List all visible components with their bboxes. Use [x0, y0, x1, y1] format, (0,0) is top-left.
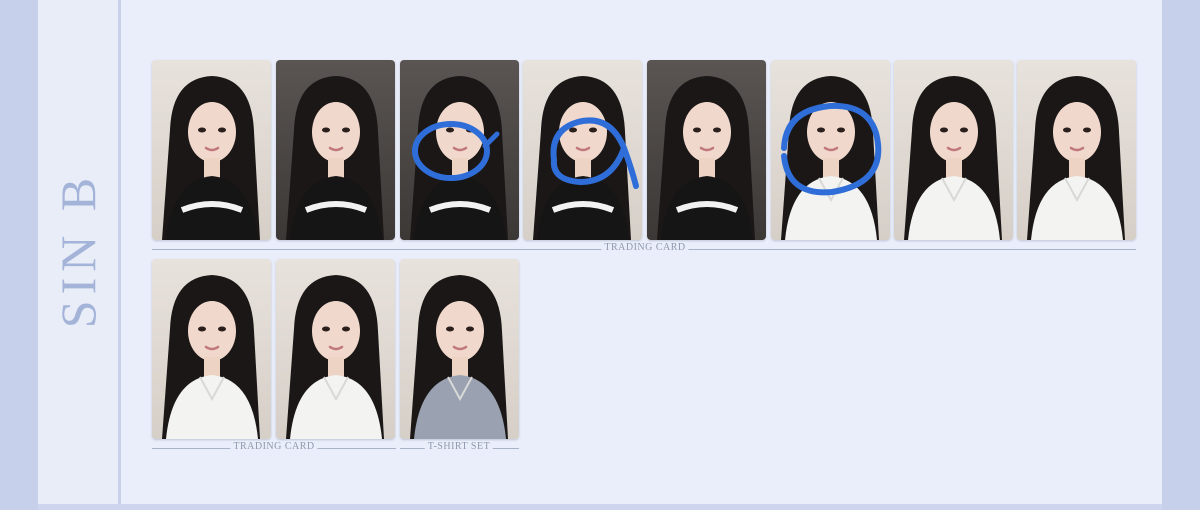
row1-section-label: TRADING CARD — [601, 242, 689, 253]
photocard-4[interactable] — [523, 60, 642, 240]
row2-section-label-tshirt: T-SHIRT SET — [424, 441, 494, 452]
photocard-11[interactable] — [400, 259, 519, 439]
member-name-label: SIN B — [50, 171, 106, 329]
frame-left-edge — [0, 0, 38, 510]
photocard-image — [400, 60, 519, 240]
bottom-band — [38, 504, 1162, 510]
photocard-image — [400, 259, 519, 439]
photocard-image — [647, 60, 766, 240]
photocard-image — [276, 60, 395, 240]
frame-right-edge — [1162, 0, 1200, 510]
member-side-panel: SIN B — [38, 0, 121, 504]
photocard-2[interactable] — [276, 60, 395, 240]
photocard-6[interactable] — [771, 60, 890, 240]
photocard-3[interactable] — [400, 60, 519, 240]
photocard-1[interactable] — [152, 60, 271, 240]
photocard-image — [276, 259, 395, 439]
photocard-8[interactable] — [1017, 60, 1136, 240]
photocard-image — [152, 60, 271, 240]
photocard-7[interactable] — [894, 60, 1013, 240]
photocard-9[interactable] — [152, 259, 271, 439]
photocard-image — [152, 259, 271, 439]
row2-section-label-trading: TRADING CARD — [230, 441, 318, 452]
photocard-image — [894, 60, 1013, 240]
photocard-image — [523, 60, 642, 240]
photocard-5[interactable] — [647, 60, 766, 240]
photocard-10[interactable] — [276, 259, 395, 439]
photocard-image — [1017, 60, 1136, 240]
photocard-image — [771, 60, 890, 240]
